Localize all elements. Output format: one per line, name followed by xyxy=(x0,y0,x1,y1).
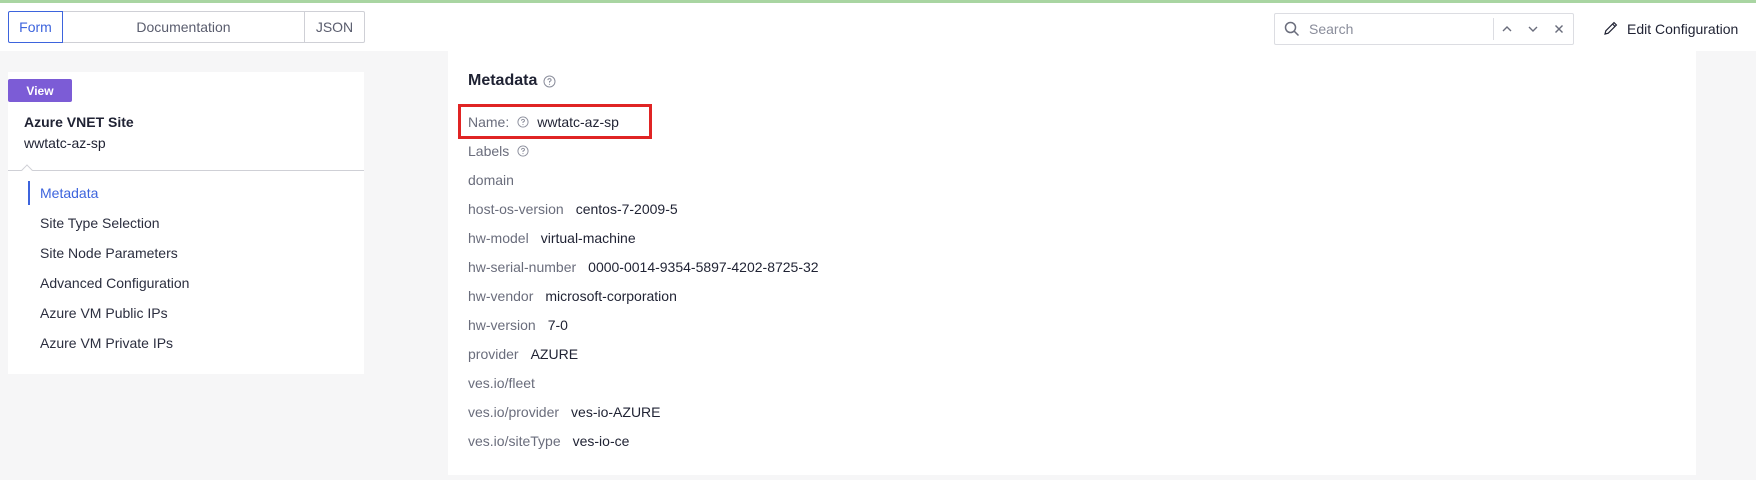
label-key: hw-model xyxy=(468,229,529,246)
sidebar-item-azure-vm-private-ips[interactable]: Azure VM Private IPs xyxy=(28,328,189,358)
label-value: centos-7-2009-5 xyxy=(575,200,678,217)
label-row: hw-serial-number 0000-0014-9354-5897-420… xyxy=(468,252,819,281)
site-type-title: Azure VNET Site xyxy=(24,114,134,130)
help-icon[interactable] xyxy=(517,144,529,157)
label-value: 0000-0014-9354-5897-4202-8725-32 xyxy=(588,258,819,275)
close-icon[interactable] xyxy=(1546,15,1572,43)
chevron-up-icon[interactable] xyxy=(1494,15,1520,43)
label-row: domain xyxy=(468,165,819,194)
sidebar-caret xyxy=(21,164,33,176)
label-key: provider xyxy=(468,345,519,362)
label-key: hw-vendor xyxy=(468,287,534,304)
view-tabs: Form Documentation JSON xyxy=(8,11,365,43)
sidebar: View Azure VNET Site wwtatc-az-sp Metada… xyxy=(8,72,364,374)
label-value: virtual-machine xyxy=(540,229,636,246)
view-mode-badge: View xyxy=(8,79,72,102)
label-key: ves.io/fleet xyxy=(468,374,535,391)
sidebar-item-azure-vm-public-ips[interactable]: Azure VM Public IPs xyxy=(28,298,189,328)
sidebar-item-advanced-configuration[interactable]: Advanced Configuration xyxy=(28,268,189,298)
highlight-box xyxy=(458,104,652,139)
label-row: hw-model virtual-machine xyxy=(468,223,819,252)
metadata-fields: Name: wwtatc-az-sp Labels domain host-os… xyxy=(468,107,819,455)
sidebar-nav: Metadata Site Type Selection Site Node P… xyxy=(28,178,189,358)
labels-label: Labels xyxy=(468,142,510,159)
search-input[interactable] xyxy=(1309,15,1487,43)
tab-form[interactable]: Form xyxy=(8,11,63,43)
label-row: ves.io/siteType ves-io-ce xyxy=(468,426,819,455)
labels-field: Labels xyxy=(468,136,819,165)
tab-json[interactable]: JSON xyxy=(305,11,365,43)
label-key: host-os-version xyxy=(468,200,564,217)
section-title-text: Metadata xyxy=(468,72,538,89)
label-key: ves.io/provider xyxy=(468,403,560,420)
edit-configuration-label: Edit Configuration xyxy=(1627,21,1739,37)
label-row: host-os-version centos-7-2009-5 xyxy=(468,194,819,223)
help-icon[interactable] xyxy=(543,75,556,88)
label-value: ves-io-AZURE xyxy=(571,403,661,420)
label-key: hw-serial-number xyxy=(468,258,577,275)
label-value: ves-io-ce xyxy=(572,432,630,449)
search-box xyxy=(1274,13,1574,45)
chevron-down-icon[interactable] xyxy=(1520,15,1546,43)
label-value: AZURE xyxy=(530,345,579,362)
label-key: ves.io/siteType xyxy=(468,432,561,449)
label-key: hw-version xyxy=(468,316,536,333)
main-panel: Metadata Name: wwtatc-az-sp Labels domai… xyxy=(448,51,1696,475)
tab-documentation[interactable]: Documentation xyxy=(63,11,305,43)
search-icon xyxy=(1275,21,1309,37)
sidebar-item-metadata[interactable]: Metadata xyxy=(28,181,189,205)
edit-configuration-button[interactable]: Edit Configuration xyxy=(1603,17,1738,41)
label-row: ves.io/provider ves-io-AZURE xyxy=(468,397,819,426)
pencil-icon xyxy=(1603,20,1619,39)
label-key: domain xyxy=(468,171,514,188)
top-toolbar: Form Documentation JSON Edit Configurati… xyxy=(0,3,1756,51)
label-row: provider AZURE xyxy=(468,339,819,368)
label-value: microsoft-corporation xyxy=(545,287,677,304)
sidebar-item-site-type-selection[interactable]: Site Type Selection xyxy=(28,208,189,238)
label-row: hw-version 7-0 xyxy=(468,310,819,339)
sidebar-divider xyxy=(8,170,364,171)
site-name: wwtatc-az-sp xyxy=(24,135,106,151)
section-title: Metadata xyxy=(468,72,556,90)
label-row: hw-vendor microsoft-corporation xyxy=(468,281,819,310)
label-row: ves.io/fleet xyxy=(468,368,819,397)
label-value: 7-0 xyxy=(547,316,568,333)
sidebar-item-site-node-parameters[interactable]: Site Node Parameters xyxy=(28,238,189,268)
